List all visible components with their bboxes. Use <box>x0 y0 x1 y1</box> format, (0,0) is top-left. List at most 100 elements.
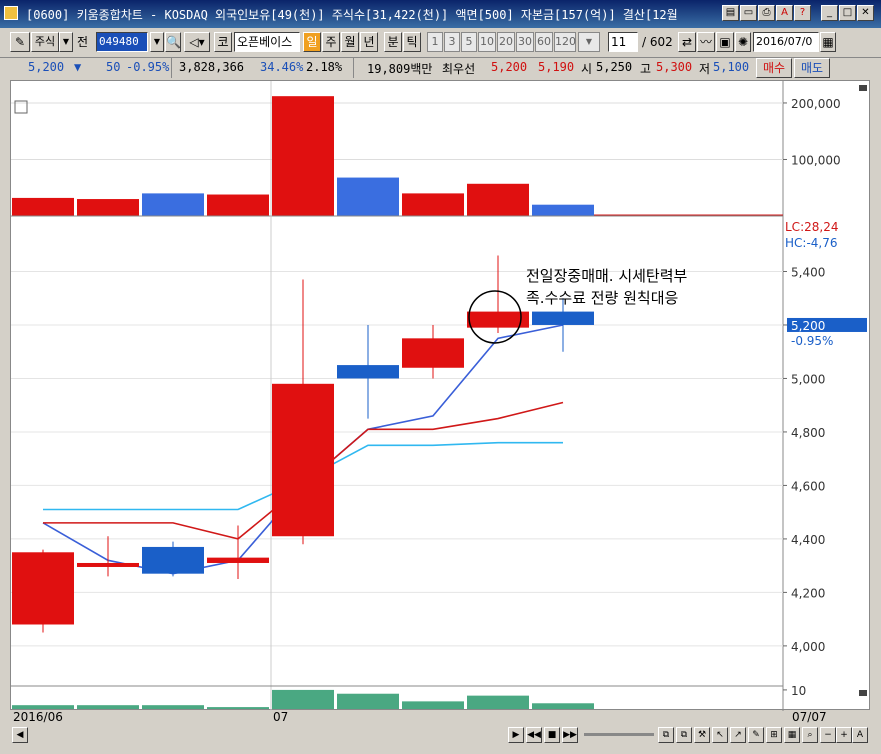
price-tick-label: 4,200 <box>791 586 825 600</box>
interval-5[interactable]: 5 <box>461 32 477 52</box>
current-change-label: -0.95% <box>791 334 833 348</box>
candle-body <box>402 338 464 368</box>
interval-10[interactable]: 10 <box>478 32 496 52</box>
interval-dropdown-icon[interactable]: ▼ <box>578 32 600 52</box>
tools-icon[interactable]: ⚒ <box>694 727 710 743</box>
code-dropdown-icon[interactable]: ▼ <box>150 32 164 52</box>
price-tick-label: 4,400 <box>791 533 825 547</box>
best-quote-label: 최우선 <box>442 62 476 76</box>
candle-body <box>207 557 269 563</box>
indicator-tick-label: 10 <box>791 684 806 698</box>
price-tick-label: 5,000 <box>791 372 825 386</box>
candle-body <box>142 546 204 574</box>
rewind-icon[interactable]: ◀◀ <box>526 727 542 743</box>
transfer-icon[interactable]: ⇄ <box>678 32 696 52</box>
sell-button[interactable]: 매도 <box>794 58 830 78</box>
period-week-tab[interactable]: 주 <box>322 32 340 52</box>
quote-bar: 5,200 ▼ 50 -0.95% 3,828,366 34.46% 2.18%… <box>8 58 830 78</box>
low-price: 5,100 <box>713 60 750 74</box>
price-tick-label: 4,000 <box>791 640 825 654</box>
candle-body <box>532 311 594 325</box>
draw-icon[interactable]: ✎ <box>748 727 764 743</box>
volume-bar <box>12 197 74 216</box>
interval-60[interactable]: 60 <box>535 32 553 52</box>
play-icon[interactable]: ▶ <box>508 727 524 743</box>
grid-icon[interactable]: ▦ <box>784 727 800 743</box>
save-icon[interactable]: ▣ <box>716 32 734 52</box>
interval-120[interactable]: 120 <box>554 32 576 52</box>
count-input[interactable]: 11 <box>608 32 638 52</box>
minus-icon[interactable]: − <box>820 727 836 743</box>
ratio-1: 34.46% <box>260 60 304 74</box>
best-bid: 5,190 <box>538 60 575 74</box>
change-percent: -0.95% <box>126 60 170 74</box>
zoom-slider[interactable] <box>584 733 654 736</box>
stop-icon[interactable]: ■ <box>544 727 560 743</box>
ratio-2: 2.18% <box>306 60 343 74</box>
forward-icon[interactable]: ▶▶ <box>562 727 578 743</box>
indicator-bar <box>272 689 334 709</box>
open-label: 시 <box>581 62 593 76</box>
prev-label: 전 <box>77 35 89 49</box>
indicator-bar <box>12 705 74 709</box>
scroll-left-icon[interactable]: ◀ <box>12 727 28 743</box>
interval-3[interactable]: 3 <box>444 32 460 52</box>
help-icon[interactable]: ? <box>794 5 811 21</box>
price-tick-label: 4,600 <box>791 479 825 493</box>
print-icon[interactable]: ⎙ <box>758 5 775 21</box>
stock-code-input[interactable]: 049480 <box>96 32 148 52</box>
line-chart-icon[interactable]: 〰 <box>697 32 715 52</box>
indicator-bar <box>207 707 269 709</box>
chart-canvas[interactable]: 200,000 100,000 5,400 5,200 5,000 4,800 4,600 4… <box>11 81 871 711</box>
gear-icon[interactable]: ✺ <box>735 32 751 52</box>
window-icon[interactable]: ▭ <box>740 5 757 21</box>
font-size-icon[interactable]: A <box>852 727 868 743</box>
chevron-down-icon[interactable]: ▼ <box>59 32 73 52</box>
code-prefix-button[interactable]: 코 <box>214 32 232 52</box>
annotation-text: 전일장중매매. 시세탄력부 <box>526 267 688 285</box>
maximize-button[interactable]: □ <box>839 5 856 21</box>
close-button[interactable]: ✕ <box>857 5 874 21</box>
period-month-tab[interactable]: 월 <box>341 32 359 52</box>
date-input[interactable]: 2016/07/0 <box>753 32 819 52</box>
period-year-tab[interactable]: 년 <box>360 32 378 52</box>
indicator-bar <box>77 705 139 709</box>
interval-20[interactable]: 20 <box>497 32 515 52</box>
indicator-bar <box>337 693 399 709</box>
period-minute-tab[interactable]: 분 <box>384 32 402 52</box>
font-icon[interactable]: A <box>776 5 793 21</box>
minimize-button[interactable]: _ <box>821 5 838 21</box>
date-label-jul: 07 <box>273 710 289 724</box>
pin-icon[interactable]: ✎ <box>10 32 30 52</box>
plus-icon[interactable]: + <box>836 727 852 743</box>
calendar-icon[interactable]: ▦ <box>820 32 836 52</box>
layout-icon[interactable]: ⧉ <box>658 727 674 743</box>
window-title: [0600] 키움종합차트 - KOSDAQ 외국인보유[49(천)] 주식수[… <box>26 8 678 22</box>
cursor-icon[interactable]: ↖ <box>712 727 728 743</box>
interval-1[interactable]: 1 <box>427 32 443 52</box>
chart-panel[interactable]: 200,000 100,000 5,400 5,200 5,000 4,800 4,600 4… <box>10 80 871 711</box>
buy-button[interactable]: 매수 <box>756 58 792 78</box>
speaker-icon[interactable]: ◁▾ <box>184 32 210 52</box>
indicator-bar <box>402 701 464 709</box>
period-tick-tab[interactable]: 틱 <box>403 32 421 52</box>
interval-30[interactable]: 30 <box>516 32 534 52</box>
arrow-icon[interactable]: ↗ <box>730 727 746 743</box>
chart-icon[interactable]: ▤ <box>722 5 739 21</box>
price-tick-label: 4,800 <box>791 426 825 440</box>
title-bar: [0600] 키움종합차트 - KOSDAQ 외국인보유[49(천)] 주식수[… <box>0 0 881 28</box>
period-day-tab[interactable]: 일 <box>303 32 321 52</box>
hc-label: HC:-4,76 <box>785 236 838 250</box>
down-arrow-icon: ▼ <box>74 60 82 74</box>
trade-amount: 19,809백만 <box>367 62 433 76</box>
volume-tick-label: 200,000 <box>791 97 841 111</box>
volume-bar <box>337 177 399 216</box>
market-type-select[interactable]: 주식 <box>31 32 59 52</box>
lc-label: LC:28,24 <box>785 220 838 234</box>
lock-icon[interactable]: ⊞ <box>766 727 782 743</box>
layout-2-icon[interactable]: ⧉ <box>676 727 692 743</box>
search-icon[interactable]: 🔍 <box>165 32 181 52</box>
panel-close-icon <box>859 690 867 696</box>
zoom-icon[interactable]: ⌕ <box>802 727 818 743</box>
high-label: 고 <box>640 62 652 76</box>
